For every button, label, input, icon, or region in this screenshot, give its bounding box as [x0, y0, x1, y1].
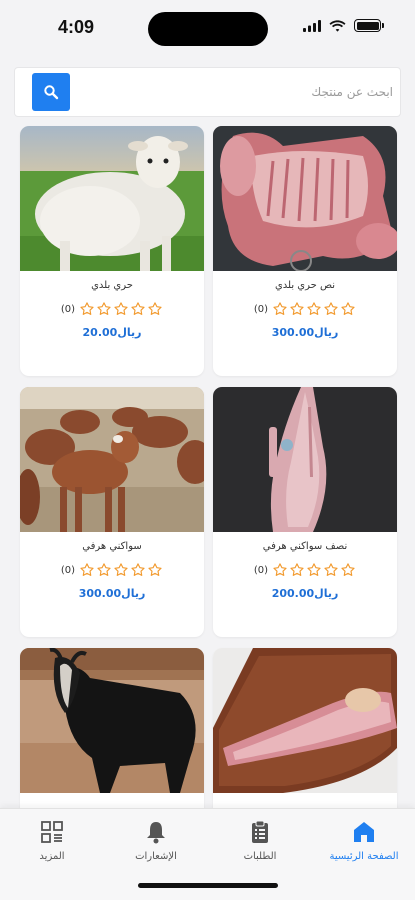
star-icon: [97, 563, 111, 576]
star-icon: [114, 563, 128, 576]
bottom-nav: الصفحة الرئيسية الطلبات الإشعارات المزيد: [0, 808, 415, 900]
search-input[interactable]: [81, 76, 393, 108]
product-image: [20, 648, 204, 793]
bell-icon: [147, 822, 165, 844]
status-time: 4:09: [58, 17, 95, 37]
nav-label: المزيد: [39, 851, 65, 862]
star-icon: [114, 302, 128, 315]
rating-count: (0): [60, 564, 76, 576]
product-card[interactable]: سواكني هرفي (0) 300.00ريال: [20, 387, 204, 637]
product-image: [213, 648, 397, 793]
product-price: 300.00ريال: [271, 326, 339, 339]
home-indicator: [138, 883, 278, 888]
nav-more[interactable]: المزيد: [2, 819, 102, 869]
star-icon: [131, 302, 145, 315]
star-icon: [324, 302, 338, 315]
star-icon: [290, 302, 304, 315]
product-image: [213, 126, 397, 271]
rating-count: (0): [253, 303, 269, 315]
product-rating: (0): [20, 562, 204, 578]
signal-icon: [303, 19, 321, 32]
nav-label: الطلبات: [243, 851, 277, 862]
product-card[interactable]: نص حري بلدي (0) 300.00ريال: [213, 126, 397, 376]
nav-notifications[interactable]: الإشعارات: [106, 819, 206, 869]
product-price: 20.00ريال: [82, 326, 142, 339]
star-icon: [290, 563, 304, 576]
home-icon: [354, 822, 374, 842]
wifi-icon: [329, 19, 346, 32]
star-icon: [80, 302, 94, 315]
product-card[interactable]: حري بلدي (0) 20.00ريال: [20, 126, 204, 376]
rating-count: (0): [253, 564, 269, 576]
rating-count: (0): [60, 303, 76, 315]
star-icon: [148, 302, 162, 315]
nav-home[interactable]: الصفحة الرئيسية: [314, 819, 414, 869]
product-card[interactable]: نصف سواكني هرفي (0) 200.00ريال: [213, 387, 397, 637]
star-icon: [97, 302, 111, 315]
status-icons: [303, 19, 384, 32]
product-image: [213, 387, 397, 532]
product-price: 300.00ريال: [78, 587, 146, 600]
dynamic-island: [148, 12, 268, 46]
star-icon: [80, 563, 94, 576]
product-rating: (0): [213, 562, 397, 578]
status-bar: 4:09: [0, 0, 415, 56]
star-icon: [148, 563, 162, 576]
product-name: نصف سواكني هرفي: [262, 541, 348, 552]
product-image: [20, 126, 204, 271]
nav-label: الصفحة الرئيسية: [329, 851, 399, 862]
clipboard-icon: [252, 820, 268, 843]
nav-orders[interactable]: الطلبات: [210, 819, 310, 869]
star-icon: [341, 302, 355, 315]
star-icon: [273, 563, 287, 576]
product-rating: (0): [213, 301, 397, 317]
product-name: نص حري بلدي: [274, 280, 336, 291]
product-image: [20, 387, 204, 532]
star-icon: [307, 563, 321, 576]
product-price: 200.00ريال: [271, 587, 339, 600]
search-icon: [44, 85, 59, 100]
star-icon: [341, 563, 355, 576]
star-icon: [307, 302, 321, 315]
nav-label: الإشعارات: [135, 851, 177, 862]
grid-icon: [41, 821, 63, 843]
star-icon: [324, 563, 338, 576]
star-icon: [131, 563, 145, 576]
product-name: حري بلدي: [91, 280, 133, 291]
product-name: سواكني هرفي: [82, 541, 142, 552]
star-icon: [273, 302, 287, 315]
product-rating: (0): [20, 301, 204, 317]
search-button[interactable]: [32, 73, 70, 111]
battery-icon: [354, 19, 384, 32]
search-bar: [14, 67, 401, 117]
